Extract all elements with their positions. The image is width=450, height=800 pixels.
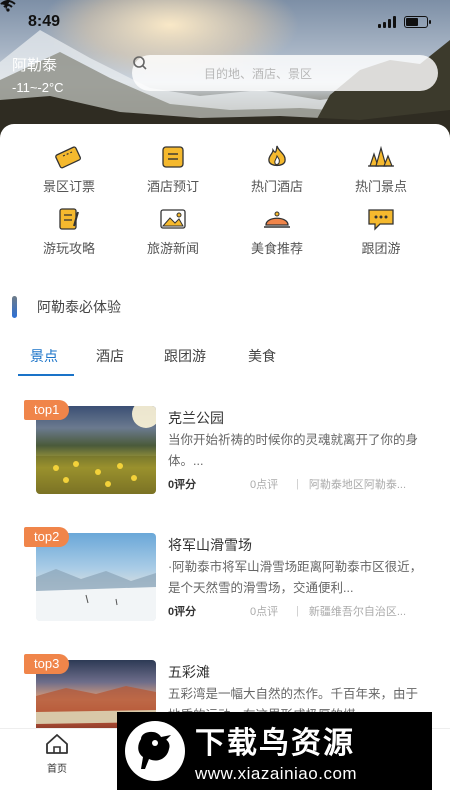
item-meta: 0评分 0点评 | 阿勒泰地区阿勒泰... (168, 476, 424, 492)
category-ticket[interactable]: 景区订票 (19, 144, 119, 195)
item-description: 当你开始祈祷的时候你的灵魂就离开了你的身体。... (168, 433, 419, 468)
section-title: 阿勒泰必体验 (37, 299, 121, 315)
item-title: 克兰公园 (168, 410, 224, 426)
category-label: 景区订票 (42, 179, 95, 194)
tab-hotel[interactable]: 酒店 (96, 346, 124, 366)
status-bar: 8:49 (0, 0, 450, 44)
category-hotel-booking[interactable]: 酒店预订 (123, 144, 223, 195)
item-meta: 0评分 0点评 | 新疆维吾尔自治区... (168, 603, 424, 619)
category-label: 热门景点 (354, 179, 407, 194)
tab-group-tour[interactable]: 跟团游 (164, 346, 206, 366)
hotel-booking-icon (162, 146, 184, 168)
home-icon (46, 734, 68, 754)
search-placeholder: 目的地、酒店、景区 (204, 66, 313, 81)
category-hot-spots[interactable]: 热门景点 (331, 144, 431, 195)
ticket-icon (55, 146, 82, 169)
main-content: 景区订票 酒店预订 热门酒店 热门景点 游玩攻略 旅游新闻 美食推荐 跟团游 阿… (0, 124, 450, 728)
food-cloche-icon (264, 211, 290, 228)
category-label: 热门酒店 (250, 179, 303, 194)
nav-home-label: 首页 (47, 764, 67, 775)
meta-divider: | (296, 605, 299, 617)
rank-badge: top1 (24, 400, 70, 420)
item-address: 阿勒泰地区阿勒泰... (308, 479, 407, 491)
item-score: 0评分 (168, 606, 197, 618)
tab-food[interactable]: 美食 (248, 346, 276, 366)
battery-icon (404, 16, 431, 28)
flame-icon (268, 145, 286, 167)
temperature: -11~-2°C (12, 80, 64, 95)
list-item[interactable]: top2 将军山滑雪场 ·阿勒泰市将军山滑雪场距离阿勒泰市区很近，是个天然雪的滑… (0, 527, 450, 637)
wifi-icon (0, 0, 16, 12)
meta-divider: | (296, 478, 299, 490)
location-weather[interactable]: 阿勒泰 -11~-2°C (12, 54, 64, 95)
category-guide[interactable]: 游玩攻略 (19, 206, 119, 257)
item-description: ·阿勒泰市将军山滑雪场距离阿勒泰市区很近，是个天然雪的滑雪场，交通便利... (168, 560, 423, 595)
category-label: 跟团游 (361, 241, 401, 256)
landmark-icon (368, 145, 394, 167)
item-address: 新疆维吾尔自治区... (308, 606, 407, 618)
news-image-icon (160, 209, 186, 229)
item-title: 将军山滑雪场 (168, 537, 252, 553)
section-marker (12, 296, 17, 318)
category-news[interactable]: 旅游新闻 (123, 206, 223, 257)
status-time-text: 8:49 (28, 13, 61, 30)
category-food[interactable]: 美食推荐 (227, 206, 327, 257)
category-hot-hotels[interactable]: 热门酒店 (227, 144, 327, 195)
status-time: 8:49 (0, 0, 61, 31)
city-name: 阿勒泰 (12, 57, 58, 74)
item-score: 0评分 (168, 479, 197, 491)
active-tab-indicator (18, 374, 74, 376)
watermark-bird-logo (125, 721, 185, 781)
rank-badge: top3 (24, 654, 70, 674)
rank-badge: top2 (24, 527, 70, 547)
category-label: 旅游新闻 (146, 241, 199, 256)
chat-group-icon (368, 209, 394, 231)
category-tabs: 景点 酒店 跟团游 美食 (0, 346, 450, 382)
category-group-tour[interactable]: 跟团游 (331, 206, 431, 257)
search-input[interactable]: 目的地、酒店、景区 (132, 55, 438, 91)
item-comments: 0点评 (250, 479, 279, 491)
list-item[interactable]: top1 克兰公园 当你开始祈祷的时候你的灵魂就离开了你的身体。... 0评分 … (0, 400, 450, 510)
category-label: 美食推荐 (250, 241, 303, 256)
signal-icon (378, 16, 396, 28)
category-label: 游玩攻略 (42, 241, 95, 256)
watermark-title: 下载鸟资源 (195, 727, 355, 760)
guide-book-icon (59, 208, 79, 230)
category-label: 酒店预订 (146, 179, 199, 194)
item-title: 五彩滩 (168, 664, 210, 680)
search-icon (133, 56, 147, 70)
watermark-banner: 下载鸟资源 www.xiazainiao.com (117, 712, 432, 790)
status-indicators (0, 0, 431, 28)
nav-home[interactable]: 首页 (32, 733, 82, 775)
tab-scenic[interactable]: 景点 (30, 346, 58, 366)
item-comments: 0点评 (250, 606, 279, 618)
section-heading: 阿勒泰必体验 (12, 296, 121, 318)
watermark-url: www.xiazainiao.com (195, 764, 358, 783)
